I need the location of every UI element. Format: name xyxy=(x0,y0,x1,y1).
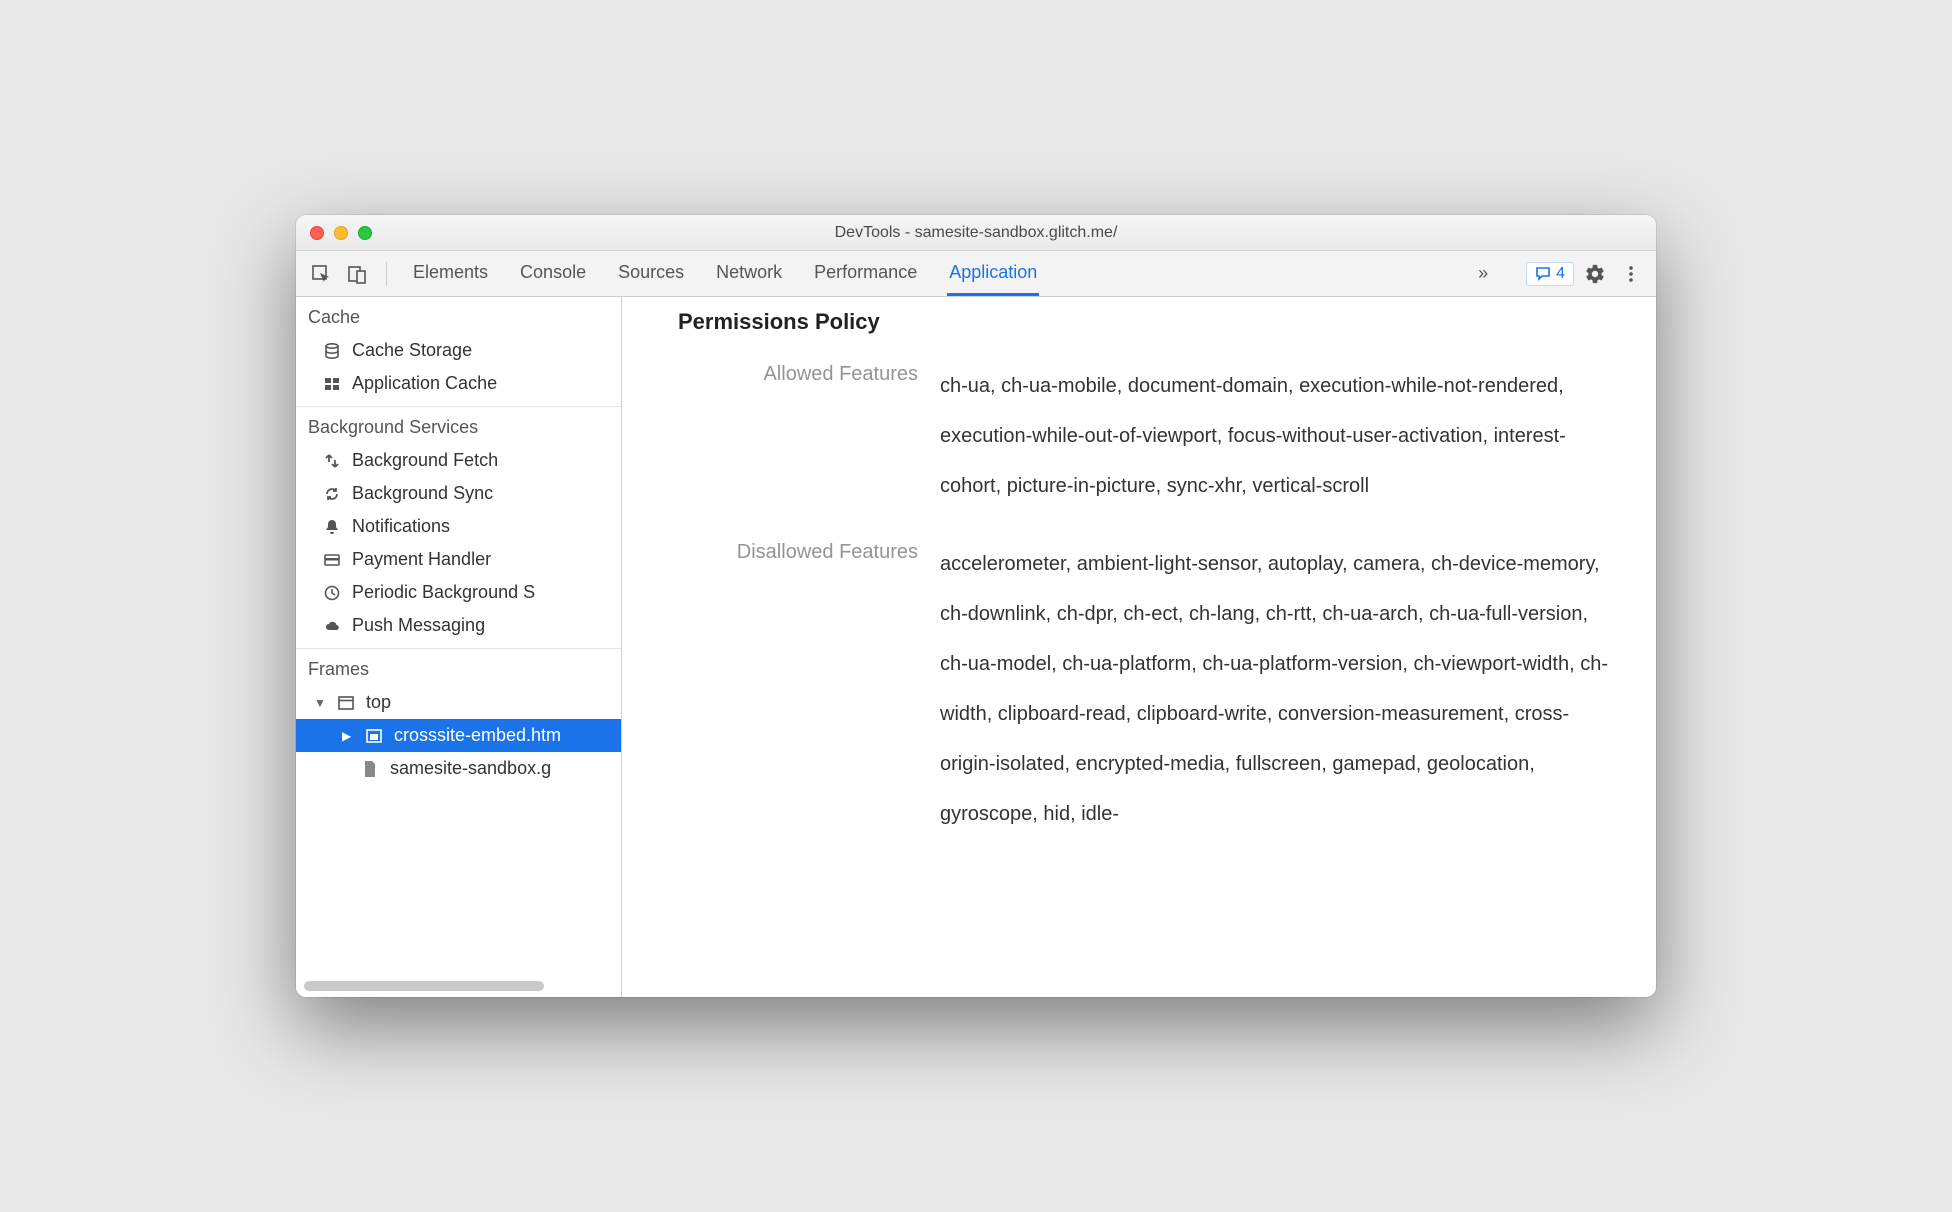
allowed-features-label: Allowed Features xyxy=(678,361,918,386)
more-icon[interactable] xyxy=(1616,259,1646,289)
document-icon xyxy=(360,760,380,778)
sidebar-item-label: Notifications xyxy=(352,516,450,537)
database-icon xyxy=(322,342,342,360)
sidebar-item-periodic-background-sync[interactable]: Periodic Background S xyxy=(296,576,621,609)
window-controls xyxy=(310,226,372,240)
tab-elements[interactable]: Elements xyxy=(411,252,490,296)
minimize-window-button[interactable] xyxy=(334,226,348,240)
application-sidebar[interactable]: Cache Cache Storage Application Cache Ba… xyxy=(296,297,622,997)
window-icon xyxy=(336,694,356,712)
sidebar-item-label: Periodic Background S xyxy=(352,582,535,603)
grid-icon xyxy=(322,375,342,393)
sidebar-item-background-fetch[interactable]: Background Fetch xyxy=(296,444,621,477)
tab-performance[interactable]: Performance xyxy=(812,252,919,296)
frame-top[interactable]: ▼ top xyxy=(296,686,621,719)
devtools-toolbar: Elements Console Sources Network Perform… xyxy=(296,251,1656,297)
sidebar-item-application-cache[interactable]: Application Cache xyxy=(296,367,621,400)
tabs-overflow-button[interactable]: » xyxy=(1470,263,1496,284)
bell-icon xyxy=(322,518,342,536)
sidebar-item-notifications[interactable]: Notifications xyxy=(296,510,621,543)
allowed-features-value: ch-ua, ch-ua-mobile, document-domain, ex… xyxy=(940,361,1620,511)
sidebar-item-label: Application Cache xyxy=(352,373,497,394)
message-count-value: 4 xyxy=(1556,265,1565,283)
frame-label: samesite-sandbox.g xyxy=(390,758,551,779)
disclosure-triangle-icon[interactable]: ▼ xyxy=(314,696,326,710)
panel-tabs: Elements Console Sources Network Perform… xyxy=(411,252,1464,296)
group-header-frames: Frames xyxy=(296,649,621,686)
tab-network[interactable]: Network xyxy=(714,252,784,296)
frame-label: crosssite-embed.htm xyxy=(394,725,561,746)
sidebar-item-cache-storage[interactable]: Cache Storage xyxy=(296,334,621,367)
frame-document[interactable]: samesite-sandbox.g xyxy=(296,752,621,785)
sidebar-item-label: Background Sync xyxy=(352,483,493,504)
sidebar-item-label: Cache Storage xyxy=(352,340,472,361)
sidebar-item-push-messaging[interactable]: Push Messaging xyxy=(296,609,621,642)
frame-crosssite-embed[interactable]: ▶ crosssite-embed.htm xyxy=(296,719,621,752)
frame-label: top xyxy=(366,692,391,713)
clock-icon xyxy=(322,584,342,602)
disallowed-features-row: Disallowed Features accelerometer, ambie… xyxy=(678,539,1620,839)
console-message-count[interactable]: 4 xyxy=(1526,262,1574,286)
embed-frame-icon xyxy=(364,727,384,745)
message-icon xyxy=(1535,266,1551,282)
sidebar-item-payment-handler[interactable]: Payment Handler xyxy=(296,543,621,576)
titlebar: DevTools - samesite-sandbox.glitch.me/ xyxy=(296,215,1656,251)
toggle-device-icon[interactable] xyxy=(342,259,372,289)
sidebar-item-label: Payment Handler xyxy=(352,549,491,570)
cloud-icon xyxy=(322,617,342,635)
sync-icon xyxy=(322,485,342,503)
content-area: Cache Cache Storage Application Cache Ba… xyxy=(296,297,1656,997)
group-header-cache: Cache xyxy=(296,297,621,334)
toolbar-separator xyxy=(386,262,387,286)
disclosure-triangle-icon[interactable]: ▶ xyxy=(342,729,354,743)
tab-console[interactable]: Console xyxy=(518,252,588,296)
frame-details-pane[interactable]: Permissions Policy Allowed Features ch-u… xyxy=(622,297,1656,997)
sidebar-item-background-sync[interactable]: Background Sync xyxy=(296,477,621,510)
fetch-icon xyxy=(322,452,342,470)
tab-application[interactable]: Application xyxy=(947,252,1039,296)
settings-icon[interactable] xyxy=(1580,259,1610,289)
zoom-window-button[interactable] xyxy=(358,226,372,240)
tab-sources[interactable]: Sources xyxy=(616,252,686,296)
section-heading: Permissions Policy xyxy=(678,309,1620,335)
window-title: DevTools - samesite-sandbox.glitch.me/ xyxy=(296,224,1656,242)
sidebar-item-label: Background Fetch xyxy=(352,450,498,471)
group-header-background-services: Background Services xyxy=(296,407,621,444)
disallowed-features-label: Disallowed Features xyxy=(678,539,918,564)
sidebar-item-label: Push Messaging xyxy=(352,615,485,636)
allowed-features-row: Allowed Features ch-ua, ch-ua-mobile, do… xyxy=(678,361,1620,511)
sidebar-horizontal-scrollbar[interactable] xyxy=(304,981,544,991)
devtools-window: DevTools - samesite-sandbox.glitch.me/ E… xyxy=(296,215,1656,997)
credit-card-icon xyxy=(322,551,342,569)
close-window-button[interactable] xyxy=(310,226,324,240)
inspect-element-icon[interactable] xyxy=(306,259,336,289)
disallowed-features-value: accelerometer, ambient-light-sensor, aut… xyxy=(940,539,1620,839)
